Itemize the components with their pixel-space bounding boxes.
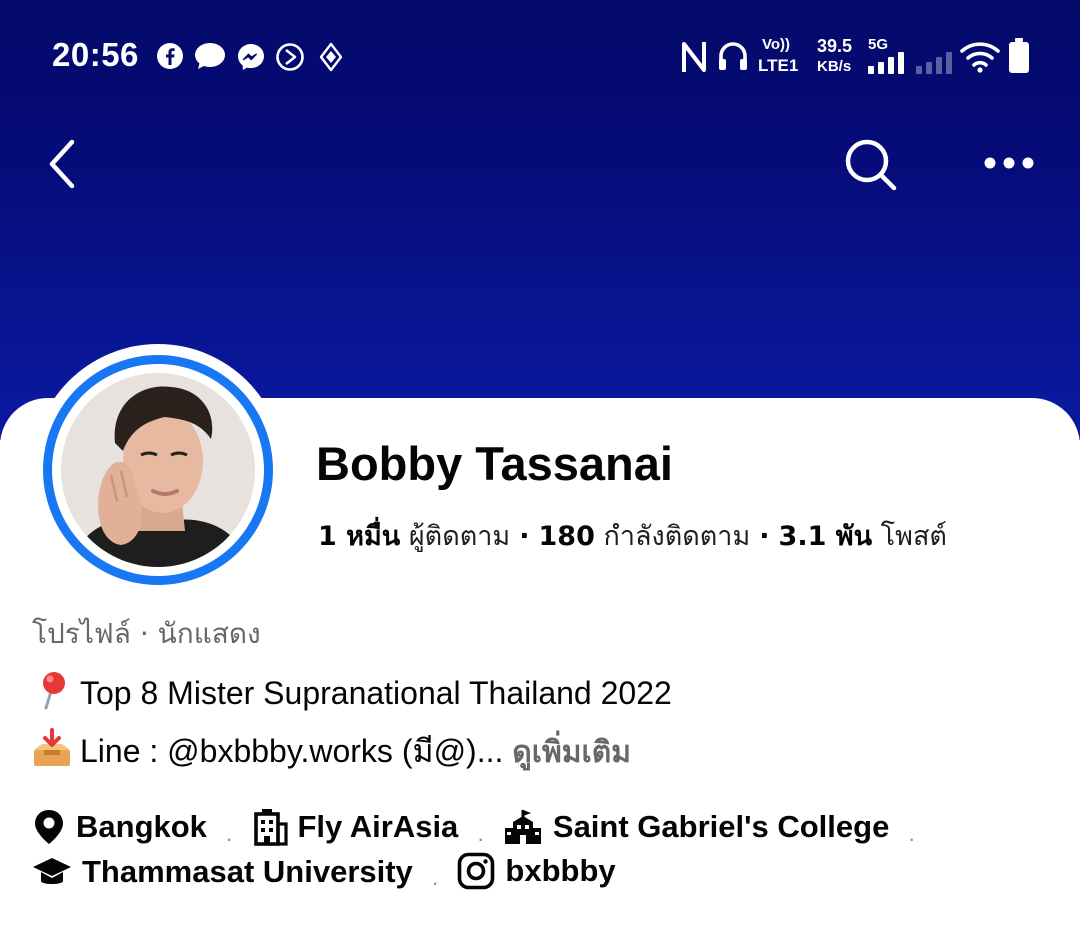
followers-count[interactable]: 1 หมื่น bbox=[318, 521, 400, 552]
more-horizontal-icon[interactable] bbox=[984, 154, 1034, 176]
speed-unit: KB/s bbox=[817, 58, 852, 75]
school-text: Saint Gabriel's College bbox=[552, 809, 890, 844]
details-separator: · bbox=[907, 826, 916, 851]
status-time: 20:56 bbox=[52, 36, 139, 73]
messenger-icon bbox=[236, 42, 266, 76]
detail-work[interactable]: Fly AirAsia bbox=[252, 808, 459, 846]
battery-icon bbox=[1008, 38, 1030, 78]
story-ring bbox=[43, 355, 273, 585]
speed-value: 39.5 bbox=[817, 36, 853, 56]
status-bar: 20:56 Vo)) LTE1 39.5 KB/s 5G bbox=[0, 30, 1080, 90]
avatar[interactable] bbox=[32, 344, 284, 596]
location-text: Bangkok bbox=[76, 809, 207, 844]
building-work-icon bbox=[253, 809, 288, 846]
network-type: 5G bbox=[868, 36, 889, 53]
bio-text-2: Line : @bxbbby.works (มี@)... bbox=[80, 733, 504, 769]
details-separator: · bbox=[225, 826, 233, 851]
detail-instagram[interactable]: bxbbby bbox=[457, 852, 616, 890]
location-pin-icon bbox=[35, 810, 63, 844]
signal-icon bbox=[868, 52, 908, 78]
following-count[interactable]: 180 bbox=[539, 521, 595, 552]
lte-label: LTE1 bbox=[758, 56, 799, 75]
volte-label: Vo)) bbox=[762, 36, 791, 53]
chat-bubble-icon bbox=[194, 42, 226, 74]
instagram-icon bbox=[458, 852, 495, 890]
profile-photo bbox=[61, 373, 255, 567]
detail-location[interactable]: Bangkok bbox=[32, 808, 207, 846]
signal-secondary-icon bbox=[916, 52, 956, 78]
diamond-icon bbox=[318, 42, 344, 76]
detail-school[interactable]: Saint Gabriel's College bbox=[503, 808, 889, 846]
nfc-icon bbox=[680, 40, 708, 78]
work-text: Fly AirAsia bbox=[297, 809, 459, 844]
wifi-icon bbox=[960, 40, 1000, 78]
see-more-link[interactable]: ดูเพิ่มเติม bbox=[512, 735, 631, 770]
detail-university[interactable]: Thammasat University bbox=[32, 854, 413, 890]
profile-stats: 1 หมื่น ผู้ติดตาม · 180 กำลังติดตาม · 3.1 พั… bbox=[318, 514, 947, 557]
university-text: Thammasat University bbox=[82, 854, 413, 889]
profile-category: โปรไฟล์ · นักแสดง bbox=[32, 617, 261, 650]
stats-separator: · bbox=[759, 521, 770, 552]
bio-line-1: Top 8 Mister Supranational Thailand 2022 bbox=[32, 670, 672, 712]
school-icon bbox=[504, 810, 541, 844]
inbox-tray-emoji bbox=[32, 728, 72, 768]
facebook-icon bbox=[156, 42, 184, 74]
headset-icon bbox=[716, 40, 750, 78]
stats-separator: · bbox=[519, 521, 530, 552]
posts-label: โพสต์ bbox=[880, 521, 947, 552]
media-play-icon bbox=[275, 42, 305, 76]
following-label[interactable]: กำลังติดตาม bbox=[603, 521, 750, 552]
details-separator: · bbox=[431, 870, 439, 895]
details-row-2: Thammasat University · bxbbby bbox=[32, 852, 616, 898]
posts-count: 3.1 พัน bbox=[778, 521, 873, 552]
search-icon[interactable] bbox=[844, 138, 898, 196]
bio-text-1: Top 8 Mister Supranational Thailand 2022 bbox=[80, 675, 672, 711]
followers-label[interactable]: ผู้ติดตาม bbox=[409, 521, 510, 552]
graduation-cap-icon bbox=[33, 858, 71, 884]
details-row-1: Bangkok · Fly AirAsia · Saint Gabriel's … bbox=[32, 808, 925, 854]
round-pushpin-emoji bbox=[32, 670, 72, 710]
profile-name: Bobby Tassanai bbox=[316, 437, 673, 490]
details-separator: · bbox=[476, 826, 485, 851]
instagram-text: bxbbby bbox=[505, 853, 616, 888]
bio-line-2: Line : @bxbbby.works (มี@)... ดูเพิ่มเติ… bbox=[32, 726, 631, 777]
chevron-left-icon[interactable] bbox=[44, 138, 80, 194]
